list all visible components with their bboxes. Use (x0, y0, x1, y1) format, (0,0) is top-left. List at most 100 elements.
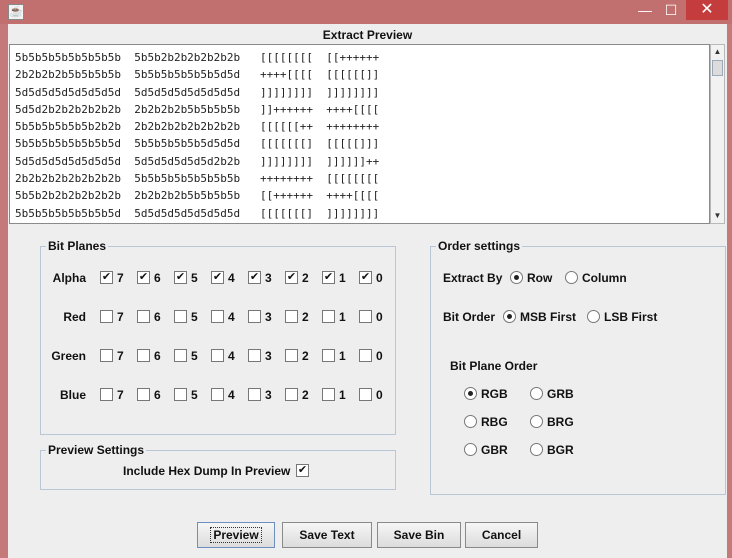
extract-by-column-label[interactable]: Column (582, 271, 627, 285)
bit-number-label: 6 (154, 310, 161, 324)
bit-number-label: 7 (117, 310, 124, 324)
preview-text-area[interactable]: 5b5b5b5b5b5b5b5b 5b5b2b2b2b2b2b2b [[[[[[… (9, 44, 710, 224)
lsb-first-radio[interactable] (587, 310, 600, 323)
extract-by-row-radio[interactable] (510, 271, 523, 284)
bit-number-label: 1 (339, 388, 346, 402)
bit-number-label: 2 (302, 388, 309, 402)
bit-checkbox-alpha-6[interactable]: ✔ (137, 271, 150, 284)
msb-first-label[interactable]: MSB First (520, 310, 576, 324)
plane-order-rgb-label[interactable]: RGB (481, 387, 508, 401)
plane-order-rbg-label[interactable]: RBG (481, 415, 508, 429)
bit-checkbox-red-3[interactable] (248, 310, 261, 323)
bit-number-label: 1 (339, 349, 346, 363)
lsb-first-label[interactable]: LSB First (604, 310, 657, 324)
bit-checkbox-green-3[interactable] (248, 349, 261, 362)
bit-checkbox-blue-6[interactable] (137, 388, 150, 401)
bit-number-label: 5 (191, 388, 198, 402)
bit-checkbox-red-5[interactable] (174, 310, 187, 323)
plane-order-brg-radio[interactable] (530, 415, 543, 428)
msb-first-radio[interactable] (503, 310, 516, 323)
bit-checkbox-alpha-0[interactable]: ✔ (359, 271, 372, 284)
bit-row-label-alpha: Alpha (52, 271, 86, 285)
save-text-button[interactable]: Save Text (282, 522, 372, 548)
bit-checkbox-green-2[interactable] (285, 349, 298, 362)
preview-line: 5b5b5b5b5b5b5b5b 5b5b2b2b2b2b2b2b [[[[[[… (15, 51, 380, 64)
bit-number-label: 7 (117, 349, 124, 363)
bit-number-label: 3 (265, 310, 272, 324)
bit-checkbox-green-1[interactable] (322, 349, 335, 362)
plane-order-grb-label[interactable]: GRB (547, 387, 574, 401)
maximize-button[interactable]: ☐ (658, 0, 684, 20)
cancel-button[interactable]: Cancel (465, 522, 538, 548)
bit-number-label: 3 (265, 271, 272, 285)
bit-checkbox-green-4[interactable] (211, 349, 224, 362)
bit-checkbox-blue-7[interactable] (100, 388, 113, 401)
bit-order-label: Bit Order (443, 310, 496, 324)
bit-checkbox-alpha-2[interactable]: ✔ (285, 271, 298, 284)
bit-checkbox-red-4[interactable] (211, 310, 224, 323)
minimize-button[interactable]: — (632, 0, 658, 20)
bit-checkbox-blue-5[interactable] (174, 388, 187, 401)
bit-checkbox-alpha-5[interactable]: ✔ (174, 271, 187, 284)
bit-checkbox-alpha-4[interactable]: ✔ (211, 271, 224, 284)
bit-checkbox-green-5[interactable] (174, 349, 187, 362)
bit-row-label-blue: Blue (59, 388, 86, 402)
bit-checkbox-green-6[interactable] (137, 349, 150, 362)
save-bin-button[interactable]: Save Bin (377, 522, 461, 548)
preview-line: 2b2b2b2b5b5b5b5b 5b5b5b5b5b5b5d5d ++++[[… (15, 68, 380, 82)
preview-line: 5d5d2b2b2b2b2b2b 2b2b2b2b5b5b5b5b ]]++++… (15, 102, 380, 116)
bit-checkbox-red-0[interactable] (359, 310, 372, 323)
save-bin-button-label: Save Bin (393, 528, 445, 542)
bit-number-label: 3 (265, 388, 272, 402)
bit-checkbox-green-7[interactable] (100, 349, 113, 362)
plane-order-bgr-label[interactable]: BGR (547, 443, 574, 457)
scroll-up-icon[interactable]: ▲ (711, 45, 724, 59)
bit-checkbox-red-6[interactable] (137, 310, 150, 323)
extract-by-column-radio[interactable] (565, 271, 578, 284)
bit-checkbox-alpha-1[interactable]: ✔ (322, 271, 335, 284)
close-button[interactable]: ✕ (686, 0, 728, 20)
plane-order-gbr-radio[interactable] (464, 443, 477, 456)
preview-line: 5b5b5b5b5b5b2b2b 2b2b2b2b2b2b2b2b [[[[[[… (15, 120, 380, 134)
bit-checkbox-blue-1[interactable] (322, 388, 335, 401)
plane-order-brg-label[interactable]: BRG (547, 415, 574, 429)
order-settings-title: Order settings (436, 239, 523, 253)
bit-checkbox-alpha-7[interactable]: ✔ (100, 271, 113, 284)
bit-number-label: 1 (339, 271, 346, 285)
bit-checkbox-red-1[interactable] (322, 310, 335, 323)
preview-button[interactable]: Preview (197, 522, 275, 548)
preview-button-label: Preview (210, 527, 262, 543)
bit-checkbox-alpha-3[interactable]: ✔ (248, 271, 261, 284)
bit-number-label: 2 (302, 349, 309, 363)
plane-order-grb-radio[interactable] (530, 387, 543, 400)
bit-checkbox-red-7[interactable] (100, 310, 113, 323)
scroll-thumb[interactable] (712, 60, 723, 76)
plane-order-rbg-radio[interactable] (464, 415, 477, 428)
preview-line: 5d5d5d5d5d5d5d5d 5d5d5d5d5d5d2b2b ]]]]]]… (15, 154, 380, 168)
bit-number-label: 6 (154, 271, 161, 285)
bit-checkbox-blue-4[interactable] (211, 388, 224, 401)
bit-checkbox-blue-0[interactable] (359, 388, 372, 401)
bit-checkbox-blue-3[interactable] (248, 388, 261, 401)
scroll-down-icon[interactable]: ▼ (711, 209, 724, 223)
bit-number-label: 0 (376, 310, 383, 324)
extract-by-row-label[interactable]: Row (527, 271, 552, 285)
plane-order-rgb-radio[interactable] (464, 387, 477, 400)
bit-checkbox-red-2[interactable] (285, 310, 298, 323)
include-hex-checkbox[interactable]: ✔ (296, 464, 309, 477)
bit-number-label: 1 (339, 310, 346, 324)
include-hex-label: Include Hex Dump In Preview (123, 464, 291, 478)
preview-scrollbar[interactable]: ▲ ▼ (710, 44, 725, 224)
preview-settings-title: Preview Settings (46, 443, 147, 457)
dialog-content: Extract Preview 5b5b5b5b5b5b5b5b 5b5b2b2… (8, 24, 727, 558)
bit-number-label: 2 (302, 271, 309, 285)
bit-number-label: 4 (228, 310, 235, 324)
bit-checkbox-green-0[interactable] (359, 349, 372, 362)
bit-checkbox-blue-2[interactable] (285, 388, 298, 401)
bit-number-label: 5 (191, 271, 198, 285)
bit-number-label: 0 (376, 271, 383, 285)
plane-order-gbr-label[interactable]: GBR (481, 443, 508, 457)
plane-order-bgr-radio[interactable] (530, 443, 543, 456)
bit-row-label-red: Red (63, 310, 86, 324)
preview-lines: 5b5b5b5b5b5b5b5b 5b5b2b2b2b2b2b2b [[[[[[… (15, 49, 380, 223)
